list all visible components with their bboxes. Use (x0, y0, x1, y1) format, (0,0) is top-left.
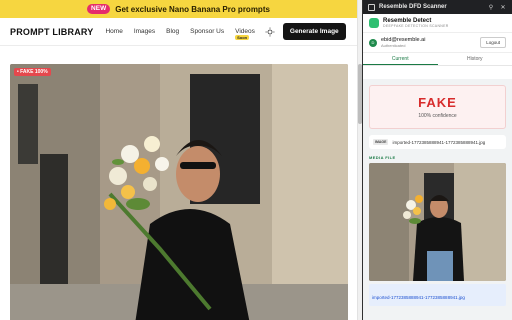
web-page: NEW Get exclusive Nano Banana Pro prompt… (0, 0, 357, 320)
new-badge: NEW (87, 4, 111, 14)
auth-status: Authenticated (381, 43, 406, 48)
nav-link-sponsor[interactable]: Sponsor Us (190, 28, 224, 35)
close-icon[interactable]: ✕ (499, 4, 507, 11)
file-info-row: IMAGE imported-1772385888941-17723858889… (369, 135, 506, 149)
street-photo-illustration (10, 64, 348, 320)
sun-icon[interactable] (265, 27, 275, 37)
file-name: imported-1772385888941-1772385888941.jpg (392, 139, 486, 145)
media-file-label: MEDIA FILE (369, 155, 396, 160)
brand-subtitle: DEEPFAKE DETECTION SCANNER (383, 24, 449, 28)
generate-image-button[interactable]: Generate Image (282, 23, 346, 40)
panel-titlebar: Resemble DFD Scanner ⚲ ✕ (363, 0, 512, 14)
nav-link-videos-label: Videos (235, 28, 255, 35)
file-link-row[interactable]: imported-1772385888941-1772385888941.jpg (369, 284, 506, 306)
confidence-text: 100% confidence (418, 113, 457, 119)
scan-results: FAKE 100% confidence IMAGE imported-1772… (363, 79, 512, 320)
pin-icon[interactable]: ⚲ (487, 4, 495, 11)
banner-text[interactable]: Get exclusive Nano Banana Pro prompts (115, 5, 270, 14)
avatar: D (369, 38, 377, 47)
brand-header: Resemble Detect DEEPFAKE DETECTION SCANN… (363, 14, 512, 33)
main-photo[interactable]: • FAKE 100% (10, 64, 348, 320)
promo-banner[interactable]: NEW Get exclusive Nano Banana Pro prompt… (0, 0, 357, 18)
nav-link-images[interactable]: Images (134, 28, 155, 35)
thumbnail-illustration (369, 163, 506, 281)
account-row: D ebid@resemble.ai Authenticated Logout (363, 33, 512, 53)
media-thumbnail[interactable] (369, 163, 506, 281)
top-nav: PROMPT LIBRARY Home Images Blog Sponsor … (0, 18, 357, 46)
file-link[interactable]: imported-1772385888941-1772385888941.jpg (372, 295, 465, 300)
tab-current[interactable]: Current (363, 53, 438, 65)
nav-link-videos[interactable]: Videos Soon (235, 28, 255, 40)
panel-tabs: Current History (363, 53, 512, 66)
resemble-logo-icon (369, 18, 379, 28)
nav-links: Home Images Blog Sponsor Us Videos Soon (105, 28, 255, 40)
extension-side-panel: Resemble DFD Scanner ⚲ ✕ Resemble Detect… (362, 0, 512, 320)
nav-link-home[interactable]: Home (105, 28, 122, 35)
tab-history[interactable]: History (438, 53, 512, 65)
media-type-badge: IMAGE (373, 139, 389, 145)
fake-result-badge: • FAKE 100% (14, 68, 51, 76)
verdict-card: FAKE 100% confidence (369, 85, 506, 129)
site-logo[interactable]: PROMPT LIBRARY (10, 27, 93, 37)
verdict-label: FAKE (418, 95, 457, 110)
soon-badge: Soon (235, 35, 250, 40)
nav-link-blog[interactable]: Blog (166, 28, 179, 35)
logout-button[interactable]: Logout (480, 37, 506, 48)
panel-title: Resemble DFD Scanner (379, 4, 447, 10)
extension-icon (368, 3, 375, 11)
